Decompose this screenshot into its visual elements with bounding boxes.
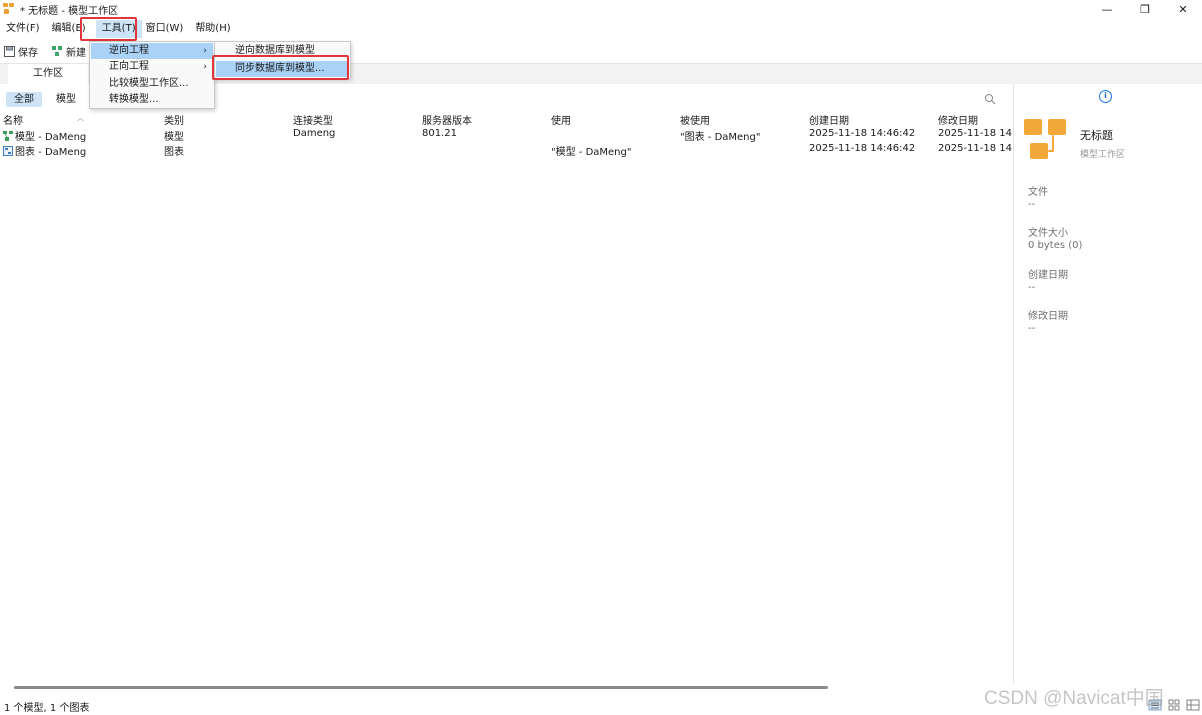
file-label: 文件 <box>1028 187 1048 198</box>
reverse-engineering-label: 逆向工程 <box>109 45 149 56</box>
reverse-engineering-submenu: 逆向数据库到模型 同步数据库到模型... <box>214 41 351 79</box>
row-server-version: 801.21 <box>422 128 457 139</box>
modified-value: -- <box>1028 323 1036 334</box>
info-panel: i 无标题 模型工作区 文件 -- 文件大小 0 bytes (0) 创建日期 … <box>1013 84 1202 684</box>
app-logo-icon <box>3 3 15 15</box>
filter-all[interactable]: 全部 <box>6 91 42 107</box>
menu-item-forward-engineering[interactable]: 正向工程 › <box>91 59 213 75</box>
status-text: 1 个模型, 1 个图表 <box>4 702 90 714</box>
search-icon[interactable] <box>984 93 996 105</box>
row-name: 模型 - DaMeng <box>15 132 87 143</box>
tab-workspace[interactable]: 工作区 <box>8 64 88 84</box>
save-label: 保存 <box>18 47 38 59</box>
maximize-button[interactable]: ❐ <box>1126 0 1164 18</box>
filter-model[interactable]: 模型 <box>48 92 84 107</box>
menu-file[interactable]: 文件(F) <box>0 20 46 38</box>
menu-item-reverse-engineering[interactable]: 逆向工程 › <box>91 43 213 59</box>
model-icon <box>3 131 13 141</box>
menu-edit[interactable]: 编辑(E) <box>46 20 92 38</box>
save-button[interactable]: 保存 <box>0 41 42 61</box>
table-header: 名称 ︿ 类别 连接类型 服务器版本 使用 被使用 创建日期 修改日期 <box>0 112 1012 128</box>
table-row[interactable]: 图表 - DaMeng 图表 "模型 - DaMeng" 2025-11-18 … <box>0 143 1012 158</box>
save-icon <box>4 45 15 57</box>
created-value: -- <box>1028 282 1036 293</box>
table-row[interactable]: 模型 - DaMeng 模型 Dameng 801.21 "图表 - DaMen… <box>0 128 1012 143</box>
column-header-category[interactable]: 类别 <box>164 112 284 127</box>
menu-help[interactable]: 帮助(H) <box>189 20 236 38</box>
new-button[interactable]: 新建 <box>48 41 90 61</box>
chevron-right-icon: › <box>203 62 207 72</box>
minimize-button[interactable]: — <box>1088 0 1126 18</box>
row-category: 模型 <box>164 132 184 143</box>
menu-item-sync-db-to-model[interactable]: 同步数据库到模型... <box>216 61 349 77</box>
horizontal-scrollbar[interactable] <box>14 686 828 689</box>
panel-title: 无标题 <box>1080 129 1113 142</box>
window-controls: — ❐ ✕ <box>1088 0 1202 18</box>
window-title: * 无标题 - 模型工作区 <box>20 5 119 17</box>
app-window: * 无标题 - 模型工作区 — ❐ ✕ 文件(F) 编辑(E) 工具(T) 窗口… <box>0 0 1202 715</box>
file-value: -- <box>1028 199 1036 210</box>
menu-item-convert-model[interactable]: 转换模型... <box>91 92 213 108</box>
new-label: 新建 <box>66 47 86 59</box>
menu-item-compare-workspace[interactable]: 比较模型工作区... <box>91 76 213 92</box>
model-workspace-icon <box>1024 119 1070 165</box>
tools-dropdown-menu: 逆向工程 › 正向工程 › 比较模型工作区... 转换模型... <box>89 41 215 109</box>
detail-view-icon[interactable] <box>1186 699 1200 711</box>
diagram-icon <box>3 146 13 156</box>
info-icon[interactable]: i <box>1099 90 1112 103</box>
menu-bar: 文件(F) 编辑(E) 工具(T) 窗口(W) 帮助(H) <box>0 20 237 38</box>
row-created: 2025-11-18 14:46:42 <box>809 143 916 154</box>
title-bar: * 无标题 - 模型工作区 — ❐ ✕ <box>0 0 1202 18</box>
column-header-uses[interactable]: 使用 <box>551 112 671 127</box>
objects-table: 名称 ︿ 类别 连接类型 服务器版本 使用 被使用 创建日期 修改日期 模型 -… <box>0 112 1012 158</box>
created-label: 创建日期 <box>1028 270 1068 281</box>
menu-window[interactable]: 窗口(W) <box>142 20 190 38</box>
sort-ascending-icon: ︿ <box>77 114 84 122</box>
forward-engineering-label: 正向工程 <box>109 61 149 72</box>
toolbar: 保存 新建 <box>0 41 90 61</box>
modified-label: 修改日期 <box>1028 311 1068 322</box>
menu-tools[interactable]: 工具(T) <box>95 20 142 38</box>
close-button[interactable]: ✕ <box>1164 0 1202 18</box>
file-size-value: 0 bytes (0) <box>1028 240 1083 251</box>
row-modified: 2025-11-18 14:4 <box>938 128 1012 139</box>
watermark: CSDN @Navicat中国 <box>984 688 1164 709</box>
row-used-by: "图表 - DaMeng" <box>680 132 761 143</box>
file-size-label: 文件大小 <box>1028 228 1068 239</box>
row-name-cell: 图表 - DaMeng <box>3 143 158 158</box>
chevron-right-icon: › <box>203 46 207 56</box>
column-header-server-version[interactable]: 服务器版本 <box>422 112 542 127</box>
column-header-modified[interactable]: 修改日期 <box>938 112 1012 127</box>
row-name: 图表 - DaMeng <box>15 147 87 158</box>
row-uses: "模型 - DaMeng" <box>551 147 632 158</box>
column-header-used-by[interactable]: 被使用 <box>680 112 800 127</box>
column-header-connection-type[interactable]: 连接类型 <box>293 112 413 127</box>
row-name-cell: 模型 - DaMeng <box>3 128 158 143</box>
row-category: 图表 <box>164 147 184 158</box>
row-modified: 2025-11-18 14:4 <box>938 143 1012 154</box>
row-created: 2025-11-18 14:46:42 <box>809 128 916 139</box>
column-header-created[interactable]: 创建日期 <box>809 112 929 127</box>
menu-item-reverse-db-to-model[interactable]: 逆向数据库到模型 <box>216 43 349 59</box>
new-model-icon <box>52 45 63 57</box>
grid-view-icon[interactable] <box>1167 699 1181 711</box>
panel-subtitle: 模型工作区 <box>1080 150 1126 160</box>
row-connection-type: Dameng <box>293 128 336 139</box>
